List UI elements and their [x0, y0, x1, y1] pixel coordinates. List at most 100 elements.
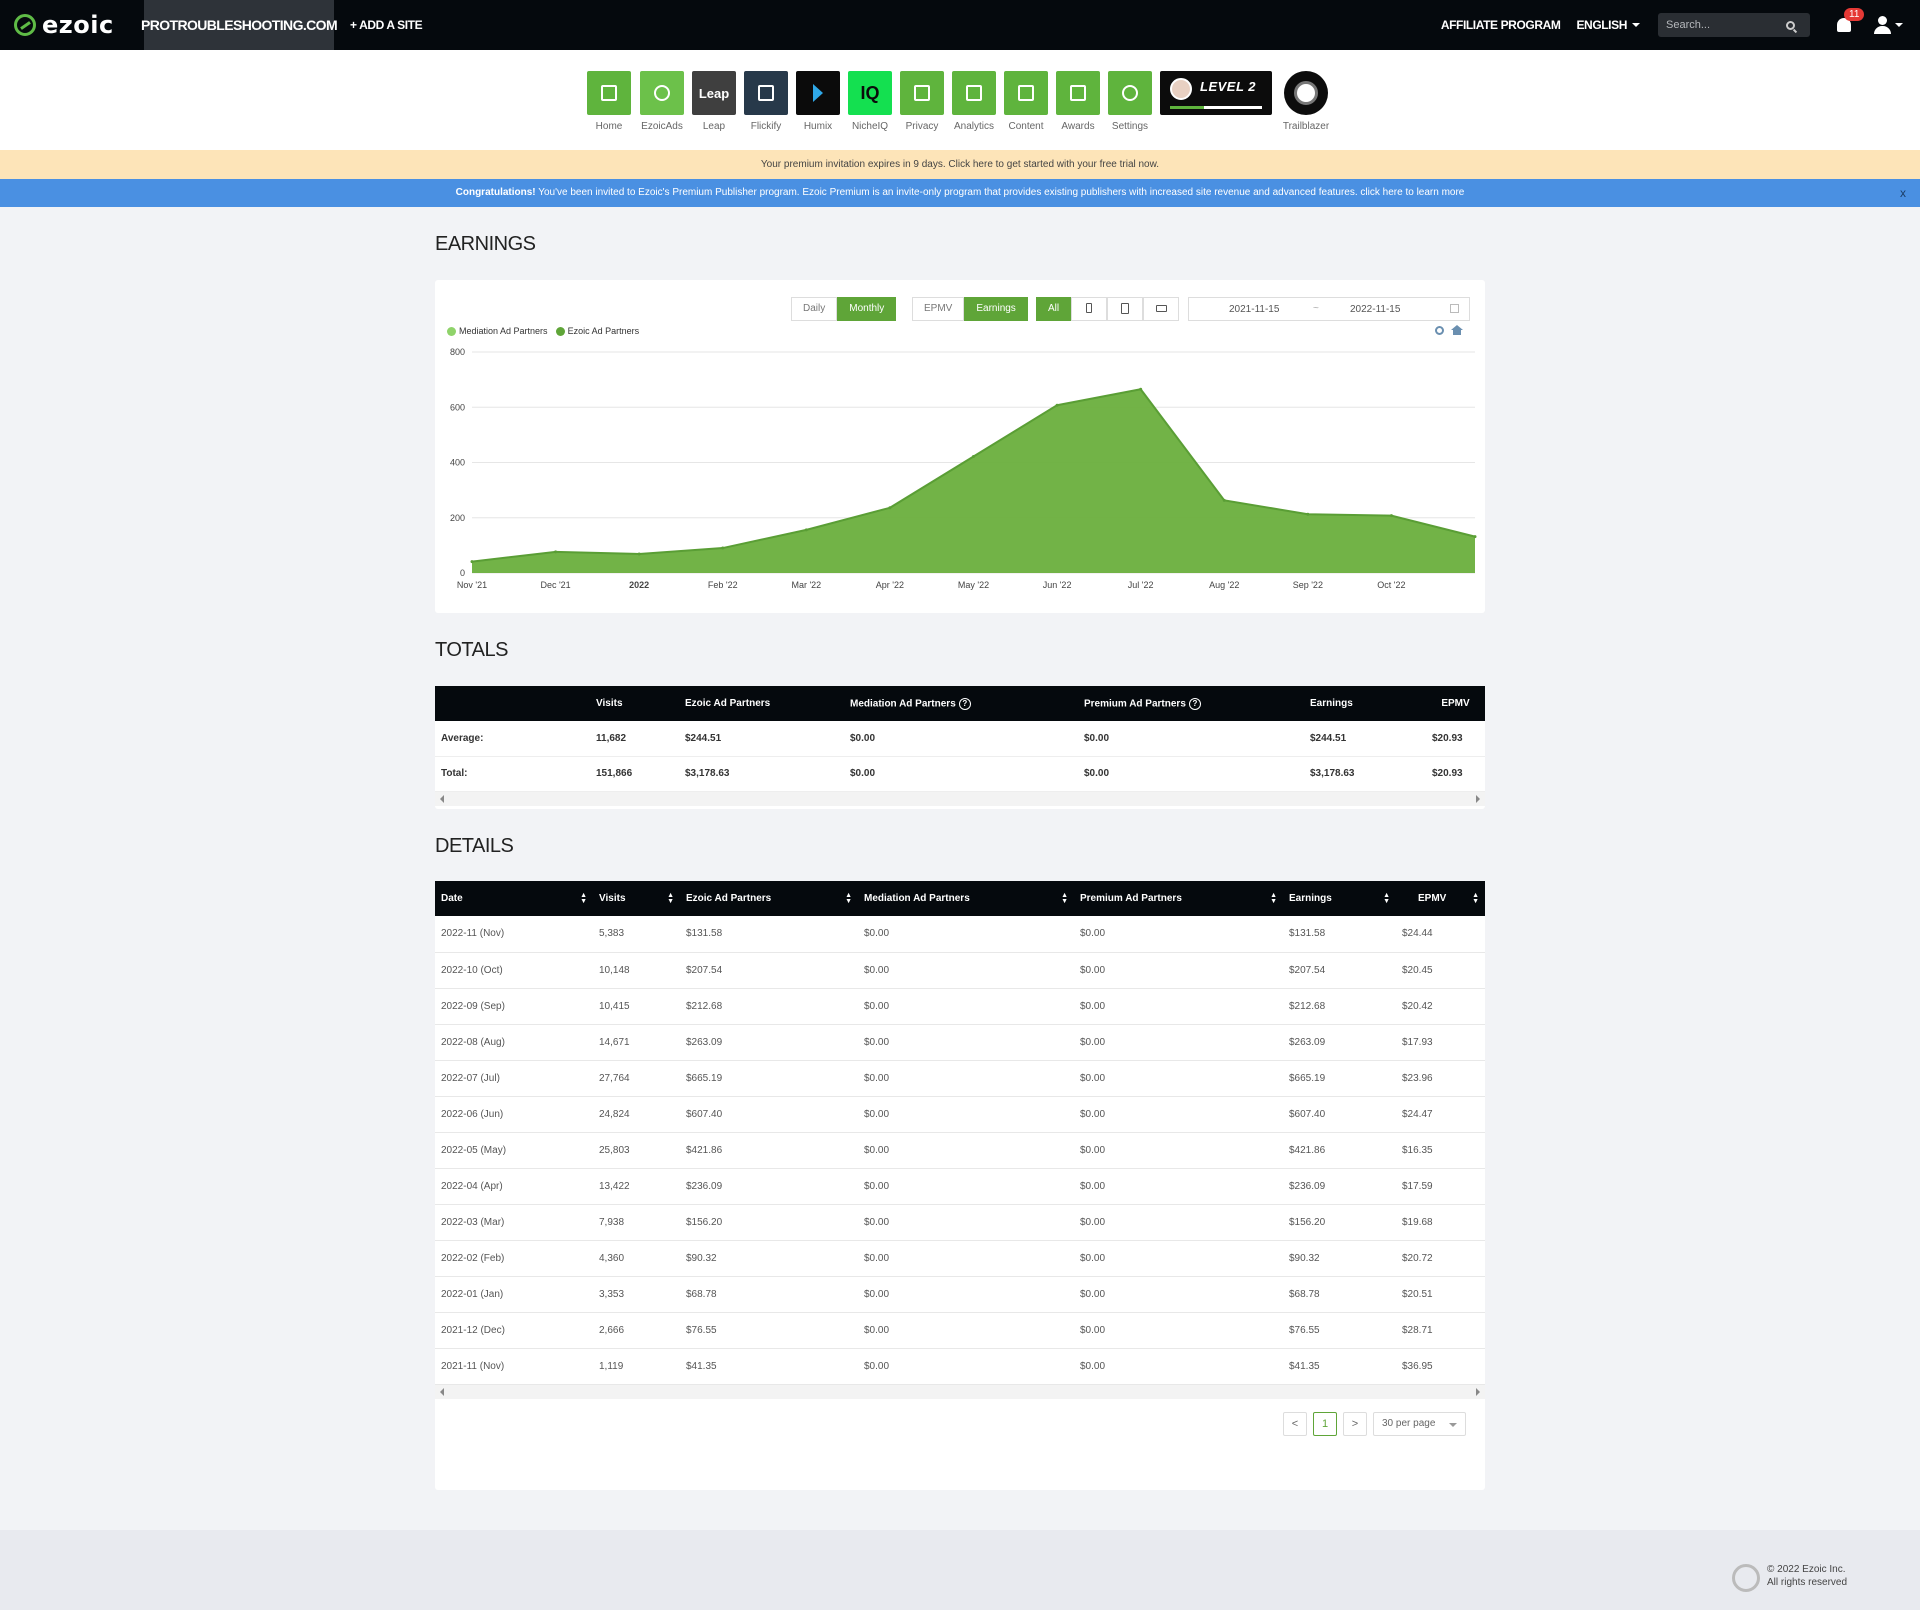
notifications-button[interactable]: 11	[1834, 8, 1865, 36]
daily-button[interactable]: Daily	[791, 297, 838, 321]
sort-icon[interactable]: ▲ ▼	[667, 892, 674, 905]
sortable-column-header[interactable]: ▲ ▼ Visits	[593, 881, 680, 916]
app-privacy[interactable]: Privacy	[900, 71, 944, 132]
data-point[interactable]	[637, 552, 641, 556]
table-cell: $0.00	[858, 952, 1074, 989]
data-point[interactable]	[972, 454, 975, 458]
sort-icon[interactable]: ▲ ▼	[1061, 892, 1068, 905]
header-label: Earnings	[1289, 892, 1332, 904]
level-badge[interactable]: LEVEL 2	[1160, 71, 1272, 115]
sort-icon[interactable]: ▲ ▼	[580, 892, 587, 905]
legend-item-ezoic[interactable]: Ezoic Ad Partners	[555, 326, 639, 336]
sortable-column-header[interactable]: ▲ ▼ Premium Ad Partners	[1074, 881, 1283, 916]
scroll-right-icon[interactable]	[1476, 794, 1480, 803]
per-page-select[interactable]: 30 per page	[1373, 1412, 1466, 1436]
zoom-icon[interactable]	[1435, 326, 1444, 335]
legend-item-mediation[interactable]: Mediation Ad Partners	[447, 326, 548, 336]
earnings-button[interactable]: Earnings	[964, 297, 1028, 321]
app-content[interactable]: Content	[1004, 71, 1048, 132]
desktop-icon	[1155, 304, 1167, 312]
page-1-button[interactable]: 1	[1313, 1412, 1337, 1436]
data-point[interactable]	[1222, 498, 1226, 502]
add-site-link[interactable]: + ADD A SITE	[350, 18, 423, 32]
totals-header-cell: EPMV	[1426, 686, 1485, 721]
epmv-button[interactable]: EPMV	[912, 297, 965, 321]
ezoic-footer-logo-icon	[1732, 1564, 1760, 1592]
site-selector[interactable]: PROTROUBLESHOOTING.COM	[141, 0, 338, 50]
data-point[interactable]	[1139, 387, 1143, 391]
details-heading: DETAILS	[435, 835, 514, 857]
app-awards[interactable]: Awards	[1056, 71, 1100, 132]
table-cell: $131.58	[1283, 916, 1396, 953]
app-nicheiq[interactable]: IQ NicheIQ	[848, 71, 892, 132]
data-point[interactable]	[470, 560, 474, 564]
mobile-button[interactable]	[1071, 297, 1108, 321]
x-tick-label: May '22	[958, 580, 989, 590]
data-point[interactable]	[1306, 512, 1310, 516]
data-point[interactable]	[1055, 403, 1059, 407]
series-area-ezoic-ad-partners[interactable]	[472, 389, 1475, 573]
table-cell: $0.00	[858, 1060, 1074, 1097]
affiliate-program-link[interactable]: AFFILIATE PROGRAM	[1441, 18, 1561, 32]
data-point[interactable]	[1389, 514, 1393, 518]
app-flickify[interactable]: Flickify	[744, 71, 788, 132]
all-devices-button[interactable]: All	[1036, 297, 1072, 321]
data-point[interactable]	[804, 528, 808, 532]
close-icon[interactable]: x	[1900, 179, 1906, 207]
search-input[interactable]	[1666, 19, 1786, 31]
help-icon[interactable]: ?	[1188, 697, 1201, 710]
monthly-button[interactable]: Monthly	[837, 297, 897, 321]
sort-icon[interactable]: ▲ ▼	[845, 892, 852, 905]
totals-horizontal-scrollbar[interactable]	[435, 791, 1485, 806]
language-dropdown[interactable]: ENGLISH	[1576, 18, 1640, 32]
app-leap[interactable]: Leap Leap	[692, 71, 736, 132]
details-horizontal-scrollbar[interactable]	[435, 1384, 1485, 1399]
scroll-left-icon[interactable]	[440, 1387, 444, 1396]
data-point[interactable]	[554, 550, 558, 554]
table-cell: 27,764	[593, 1060, 680, 1097]
table-cell: $0.00	[858, 1096, 1074, 1133]
sortable-column-header[interactable]: ▲ ▼ EPMV	[1396, 881, 1485, 916]
sortable-column-header[interactable]: ▲ ▼ Earnings	[1283, 881, 1396, 916]
help-icon[interactable]: ?	[958, 697, 971, 710]
table-cell: 2022-08 (Aug)	[435, 1024, 593, 1061]
user-menu-button[interactable]	[1872, 14, 1903, 36]
ezoic-logo[interactable]: ezoic	[0, 0, 144, 50]
premium-trial-banner[interactable]: Your premium invitation expires in 9 day…	[0, 150, 1920, 179]
sortable-column-header[interactable]: ▲ ▼ Mediation Ad Partners	[858, 881, 1074, 916]
x-tick-label: Apr '22	[876, 580, 904, 590]
app-settings[interactable]: Settings	[1108, 71, 1152, 132]
trophy-icon	[1056, 71, 1100, 115]
desktop-button[interactable]	[1143, 297, 1180, 321]
sort-icon[interactable]: ▲ ▼	[1383, 892, 1390, 905]
data-point[interactable]	[888, 506, 892, 510]
app-home[interactable]: Home	[587, 71, 631, 132]
tablet-button[interactable]	[1107, 297, 1144, 321]
copyright: © 2022 Ezoic Inc. All rights reserved	[1767, 1563, 1847, 1589]
scroll-right-icon[interactable]	[1476, 1387, 1480, 1396]
trailblazer-app[interactable]: Trailblazer	[1283, 71, 1329, 132]
data-point[interactable]	[721, 546, 725, 550]
learn-more-link[interactable]: click here to learn more	[1358, 187, 1464, 198]
table-cell: 2022-11 (Nov)	[435, 916, 593, 953]
app-humix[interactable]: Humix	[796, 71, 840, 132]
prev-page-button[interactable]: <	[1283, 1412, 1307, 1436]
reset-zoom-home-icon[interactable]	[1451, 325, 1463, 336]
sort-icon[interactable]: ▲ ▼	[1270, 892, 1277, 905]
date-range-picker[interactable]: 2021-11-15 ~ 2022-11-15	[1188, 297, 1470, 321]
table-cell: $90.32	[680, 1240, 858, 1277]
y-tick-label: 800	[450, 347, 465, 357]
next-page-button[interactable]: >	[1343, 1412, 1367, 1436]
app-ezoicads[interactable]: EzoicAds	[640, 71, 684, 132]
table-cell: $68.78	[680, 1276, 858, 1313]
app-analytics[interactable]: Analytics	[952, 71, 996, 132]
data-point[interactable]	[1473, 535, 1477, 539]
sortable-column-header[interactable]: ▲ ▼ Ezoic Ad Partners	[680, 881, 858, 916]
search-icon[interactable]	[1786, 20, 1795, 30]
scroll-left-icon[interactable]	[440, 794, 444, 803]
sort-icon[interactable]: ▲ ▼	[1472, 892, 1479, 905]
sortable-column-header[interactable]: ▲ ▼ Date	[435, 881, 593, 916]
table-cell: 1,119	[593, 1348, 680, 1385]
table-cell: $263.09	[1283, 1024, 1396, 1061]
table-row: 2022-09 (Sep) 10,415 $212.68 $0.00 $0.00 $212…	[435, 988, 1485, 1025]
